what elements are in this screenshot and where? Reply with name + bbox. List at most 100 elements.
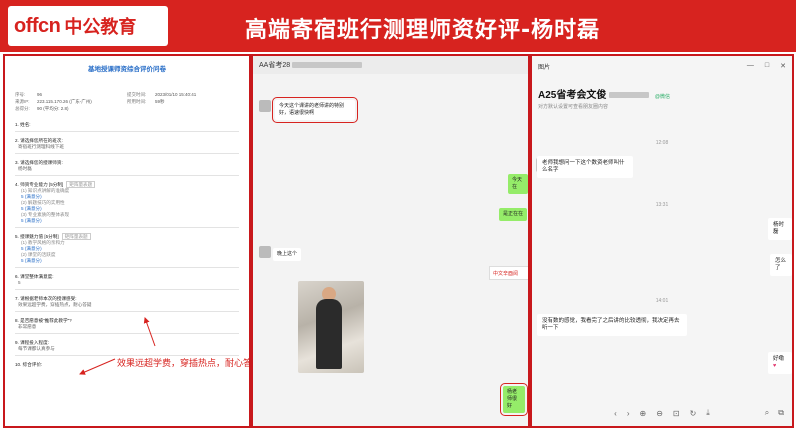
close-icon[interactable]: ✕ bbox=[780, 62, 786, 70]
chat-bubble: 是正在在 bbox=[499, 208, 528, 221]
rotate-icon[interactable]: ↻ bbox=[690, 409, 697, 418]
chat-bubble: 没有数的感觉，我看完了之后讲的比较透彻，我决定再去听一下 bbox=[537, 314, 687, 336]
sticker-image: 中文辛酉阅 bbox=[489, 266, 528, 280]
window-title: 图片 bbox=[538, 64, 551, 71]
fit-icon[interactable]: ⊡ bbox=[673, 409, 680, 418]
meta-value: 96 bbox=[37, 92, 43, 97]
divider bbox=[15, 311, 239, 312]
question-item: 7. 请根据老师本次的授课感受: 效果远超学费，穿插热点，耐心答疑 bbox=[15, 296, 239, 312]
meta-key: 来源IP: bbox=[15, 99, 30, 104]
image-viewer-toolbar: ‹ › ⊕ ⊖ ⊡ ↻ ⤓ ⌕ ⧉ bbox=[532, 400, 792, 426]
meta-key: 所用时间: bbox=[127, 99, 147, 104]
answer-text: 杨时磊 bbox=[18, 166, 32, 171]
logo-latin-text: offcn bbox=[14, 14, 61, 37]
divider bbox=[15, 227, 239, 228]
questionnaire-panel: 基地授课师资综合评价问卷 序号: 96 提交时间: 2023/01/10 15:… bbox=[3, 54, 251, 428]
question-label: 5. 授课魅力值 [5分制] bbox=[15, 234, 59, 239]
chat-bubble: 杨时磊 bbox=[768, 218, 792, 240]
meta-row: 来源IP: 223.115.170.26 (广东-广州) 所用时间: 59秒 bbox=[15, 98, 239, 105]
copy-icon[interactable]: ⧉ bbox=[778, 408, 784, 418]
offcn-logo: offcn 中公教育 bbox=[8, 6, 168, 46]
window-titlebar: 图片 — □ ✕ bbox=[532, 56, 792, 76]
contact-tag: @微信 bbox=[654, 94, 670, 100]
score-value: 5 (满意分) bbox=[21, 258, 42, 263]
divider bbox=[15, 333, 239, 334]
window-controls: — □ ✕ bbox=[747, 62, 786, 70]
avatar bbox=[259, 246, 271, 258]
question-item: 9. 课程投入程度: 每节课都认真参与 bbox=[15, 340, 239, 356]
divider bbox=[15, 153, 239, 154]
sticker-text: 中文辛酉阅 bbox=[493, 271, 519, 277]
chat-bubble: 晚上这个 bbox=[273, 248, 302, 261]
contact-name: A25省考会文俊 bbox=[538, 90, 607, 101]
answer-text: 每节课都认真参与 bbox=[18, 346, 55, 351]
group-chat-title: AA省考28 bbox=[253, 56, 528, 74]
question-label: 4. 师资专业能力 [5分制] bbox=[15, 182, 64, 187]
answer-text: 效果远超学费，穿插热点，耐心答疑 bbox=[18, 302, 92, 307]
wechat-panel: 图片 — □ ✕ A25省考会文俊 @微信 对方默认设置可查看朋友圈内容 12:… bbox=[530, 54, 794, 428]
redacted-block bbox=[292, 62, 363, 69]
chat-bubble: 今天这个课讲的老师讲的特别好，语速很快啊 bbox=[272, 97, 358, 123]
meta-key: 序号: bbox=[15, 92, 26, 97]
chat-bubble: 今天在 bbox=[508, 174, 528, 194]
answer-text: 寄宿班行测理科线下班 bbox=[18, 144, 64, 149]
question-item: 4. 师资专业能力 [5分制] 矩阵量表题 (1) 知识点讲解的准确度 5 (满意… bbox=[15, 181, 239, 228]
group-chat-panel: AA省考28 今天这个课讲的老师讲的特别好，语速很快啊 今天在 是正在在 晚上这… bbox=[251, 54, 530, 428]
divider bbox=[15, 267, 239, 268]
minimize-icon[interactable]: — bbox=[747, 62, 754, 70]
question-list: 1. 姓名: 2. 请选择您所在的班次: 寄宿班行测理科线下班 3. 请选择您的… bbox=[5, 112, 249, 368]
banner-title: 高端寄宿班行测理师资好评-杨时磊 bbox=[245, 18, 601, 43]
score-value: 5 (满意分) bbox=[21, 218, 42, 223]
timestamp: 13:31 bbox=[655, 202, 669, 208]
chat-bubble-text: 好嘞 bbox=[773, 356, 785, 362]
download-icon[interactable]: ⤓ bbox=[706, 408, 710, 418]
prev-icon[interactable]: ‹ bbox=[614, 409, 617, 418]
toolbar-right: ⌕ ⧉ bbox=[765, 408, 784, 418]
answer-text: 5 bbox=[18, 280, 21, 285]
meta-value: 2023/01/10 15:40:41 bbox=[155, 92, 197, 97]
questionnaire-title: 基地授课师资综合评价问卷 bbox=[88, 66, 166, 73]
zoom-out-icon[interactable]: ⊖ bbox=[656, 409, 663, 418]
photo-person bbox=[316, 299, 342, 369]
question-type-tag: 矩阵量表题 bbox=[66, 181, 96, 188]
next-icon[interactable]: › bbox=[627, 409, 630, 418]
divider bbox=[15, 289, 239, 290]
meta-row: 序号: 96 提交时间: 2023/01/10 15:40:41 bbox=[15, 91, 239, 98]
chat-bubble: 老师我想问一下这个数资老师叫什么名字 bbox=[537, 156, 633, 178]
meta-value: 223.115.170.26 (广东-广州) bbox=[37, 99, 92, 104]
redacted-block bbox=[609, 92, 650, 99]
maximize-icon[interactable]: □ bbox=[765, 62, 769, 70]
meta-value: 59秒 bbox=[155, 99, 165, 104]
zoom-in-icon[interactable]: ⊕ bbox=[639, 409, 646, 418]
classroom-photo[interactable] bbox=[298, 281, 364, 373]
chat-bubble: 怎么了 bbox=[770, 254, 792, 276]
question-item: 2. 请选择您所在的班次: 寄宿班行测理科线下班 bbox=[15, 138, 239, 154]
timestamp: 14:01 bbox=[655, 298, 669, 304]
question-item: 3. 请选择您的授课师资: 杨时磊 bbox=[15, 160, 239, 176]
meta-key: 提交时间: bbox=[127, 92, 147, 97]
meta-value: 90 (平均分: 2.8) bbox=[37, 106, 69, 111]
chat-bubble: 杨老师很好 bbox=[500, 383, 528, 416]
logo-cn-text: 中公教育 bbox=[64, 17, 137, 38]
question-item: 8. 是否愿意被“推荐此教学”? 非常愿意 bbox=[15, 318, 239, 334]
question-item: 5. 授课魅力值 [5分制] 矩阵量表题 (1) 教学风格的亲和力 5 (满意分)… bbox=[15, 233, 239, 268]
questionnaire-meta: 序号: 96 提交时间: 2023/01/10 15:40:41 来源IP: 2… bbox=[5, 91, 249, 112]
meta-key: 总得分: bbox=[15, 106, 30, 111]
divider bbox=[15, 175, 239, 176]
avatar bbox=[259, 100, 271, 112]
question-text: 1. 姓名: bbox=[15, 122, 31, 127]
page: offcn 中公教育 高端寄宿班行测理师资好评-杨时磊 基地授课师资综合评价问卷… bbox=[0, 0, 796, 431]
question-item: 6. 课堂整体满意度: 5 bbox=[15, 274, 239, 290]
group-chat-title-text: AA省考28 bbox=[259, 62, 291, 69]
annotation-text: 效果远超学费，穿插热点，耐心答疑 bbox=[117, 359, 251, 369]
contact-header: A25省考会文俊 @微信 bbox=[532, 76, 792, 103]
contact-subtitle: 对方默认设置可查看朋友圈内容 bbox=[538, 104, 609, 110]
question-type-tag: 矩阵量表题 bbox=[61, 233, 91, 240]
timestamp: 12:08 bbox=[655, 140, 669, 146]
search-icon[interactable]: ⌕ bbox=[765, 408, 769, 418]
question-item: 1. 姓名: bbox=[15, 122, 239, 132]
header-banner: offcn 中公教育 高端寄宿班行测理师资好评-杨时磊 bbox=[0, 0, 796, 52]
answer-text: 非常愿意 bbox=[18, 324, 37, 329]
heart-icon: ♥ bbox=[773, 363, 777, 369]
divider bbox=[15, 131, 239, 132]
